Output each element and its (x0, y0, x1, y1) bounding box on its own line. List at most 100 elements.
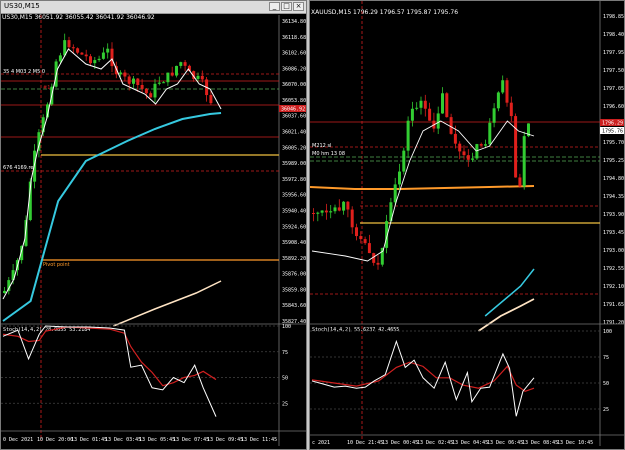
candle-body (329, 211, 333, 213)
candle-body (132, 78, 135, 84)
candle-body (449, 117, 453, 134)
time-label: 13 Dec 11:45 (241, 437, 277, 443)
candle-body (346, 201, 350, 210)
level-label: M0 hm 13 08 (312, 151, 345, 157)
price-tick-label: 1794.80 (603, 176, 624, 182)
candle-body (312, 213, 315, 214)
price-tick-label: 36086.20 (282, 66, 306, 72)
chart-window-xauusd[interactable]: XAUUSD,M15 1796.29 1796.57 1795.87 1795.… (309, 0, 625, 450)
candle-body (355, 227, 358, 237)
price-tick-label: 1798.85 (603, 14, 624, 20)
candle-body (445, 93, 449, 118)
current-price: 36046.92 (281, 107, 305, 113)
indicator-tick: 50 (603, 381, 609, 387)
candle-body (415, 107, 419, 109)
candle-body (488, 122, 492, 145)
chart-window-us30[interactable]: US30,M15 _ □ × US30,M15 36051.92 36055.4… (0, 0, 307, 450)
candle-body (89, 56, 92, 64)
candle-body (492, 108, 496, 123)
candle-body (333, 207, 337, 212)
ma-fast-line (311, 120, 535, 262)
candle-body (458, 143, 462, 152)
chart-canvas[interactable]: 1798.85 1798.40 1797.95 1797.50 1797.05 1796.… (310, 1, 625, 450)
chart-canvas[interactable]: 36134.80 36118.68 36102.60 36086.20 36070.00… (1, 1, 307, 450)
candle-body (110, 48, 114, 67)
time-label: 13 Dec 07:45 (173, 437, 209, 443)
price-tick-label: 1797.95 (603, 50, 624, 56)
indicator-tick: 75 (282, 350, 288, 356)
candle-body (363, 239, 367, 244)
candle-body (101, 52, 105, 59)
ma-slow-line (113, 280, 222, 327)
candle-body (58, 55, 62, 62)
candle-body (367, 243, 371, 254)
time-label: 13 Dec 06:45 (487, 440, 523, 446)
price-tick-label: 1792.10 (603, 284, 624, 290)
candle-body (479, 144, 483, 146)
price-tick-label: 1792.55 (603, 266, 624, 272)
level-label: #1 (43, 85, 50, 91)
price-tick-label: 36134.80 (282, 19, 306, 25)
time-label: c 2021 (312, 440, 330, 446)
price-tick-label: 36021.40 (282, 130, 306, 136)
time-label: 13 Dec 08:45 (522, 440, 558, 446)
price-tick-label: 35989.00 (282, 161, 306, 167)
indicator-tick: 75 (603, 355, 609, 361)
level-label: 35 4 M03 2 M5 0 (3, 69, 45, 75)
time-label: 10 Dec 20:00 (37, 437, 73, 443)
candle-body (505, 80, 509, 103)
current-price: 1796.29 (602, 121, 623, 127)
time-label: 13 Dec 00:45 (382, 440, 418, 446)
time-label: 13 Dec 05:45 (139, 437, 175, 443)
candle-body (496, 92, 500, 109)
candle-body (196, 75, 200, 79)
candle-body (71, 47, 75, 49)
candle-body (324, 210, 328, 213)
time-label: 13 Dec 02:45 (417, 440, 453, 446)
candle-body (484, 144, 487, 146)
price-tick-label: 35859.80 (282, 287, 306, 293)
indicator-tick: 25 (282, 401, 288, 407)
candle-body (175, 65, 178, 76)
indicator-tick: 25 (603, 407, 609, 413)
price-tick-label: 1795.70 (603, 140, 624, 146)
candle-body (441, 93, 444, 114)
level-label: Pivot point (43, 262, 70, 268)
candle-body (93, 60, 97, 64)
candle-body (514, 116, 518, 178)
candle-body (153, 83, 157, 98)
price-tick-label: 36102.60 (282, 51, 306, 57)
candle-body (320, 210, 324, 213)
price-tick-label: 35972.80 (282, 177, 306, 183)
price-tick-label: 1796.60 (603, 104, 624, 110)
candle-body (140, 84, 144, 89)
stoch-signal-line (2, 326, 217, 387)
candle-body (376, 262, 380, 265)
candle-body (518, 177, 522, 187)
candle-body (127, 76, 131, 84)
candle-body (359, 236, 363, 240)
indicator-label: Stoch(14,4,2) 55.6237 42.4655 (312, 327, 399, 333)
candle-body (475, 144, 479, 159)
ma-mid-line (2, 112, 222, 322)
price-tick-label: 35843.60 (282, 303, 306, 309)
candle-body (350, 209, 354, 228)
candle-body (453, 133, 457, 144)
candle-body (509, 102, 513, 117)
candle-body (342, 201, 346, 211)
price-tick-label: 1797.50 (603, 68, 624, 74)
candle-body (471, 158, 475, 160)
price-tick-label: 1793.45 (603, 230, 624, 236)
price-tick-label: 36118.68 (282, 35, 306, 41)
price-tick-label: 1791.20 (603, 320, 624, 326)
candle-body (84, 54, 88, 57)
time-label: 13 Dec 03:45 (105, 437, 141, 443)
price-tick-label: 1798.40 (603, 32, 624, 38)
time-label: 13 Dec 10:45 (557, 440, 593, 446)
price-tick-label: 36053.80 (282, 98, 306, 104)
candle-body (106, 48, 110, 53)
candle-body (337, 207, 341, 211)
time-label: 10 Dec 21:45 (347, 440, 383, 446)
price-tick-label: 1793.00 (603, 248, 624, 254)
candle-body (162, 82, 166, 84)
